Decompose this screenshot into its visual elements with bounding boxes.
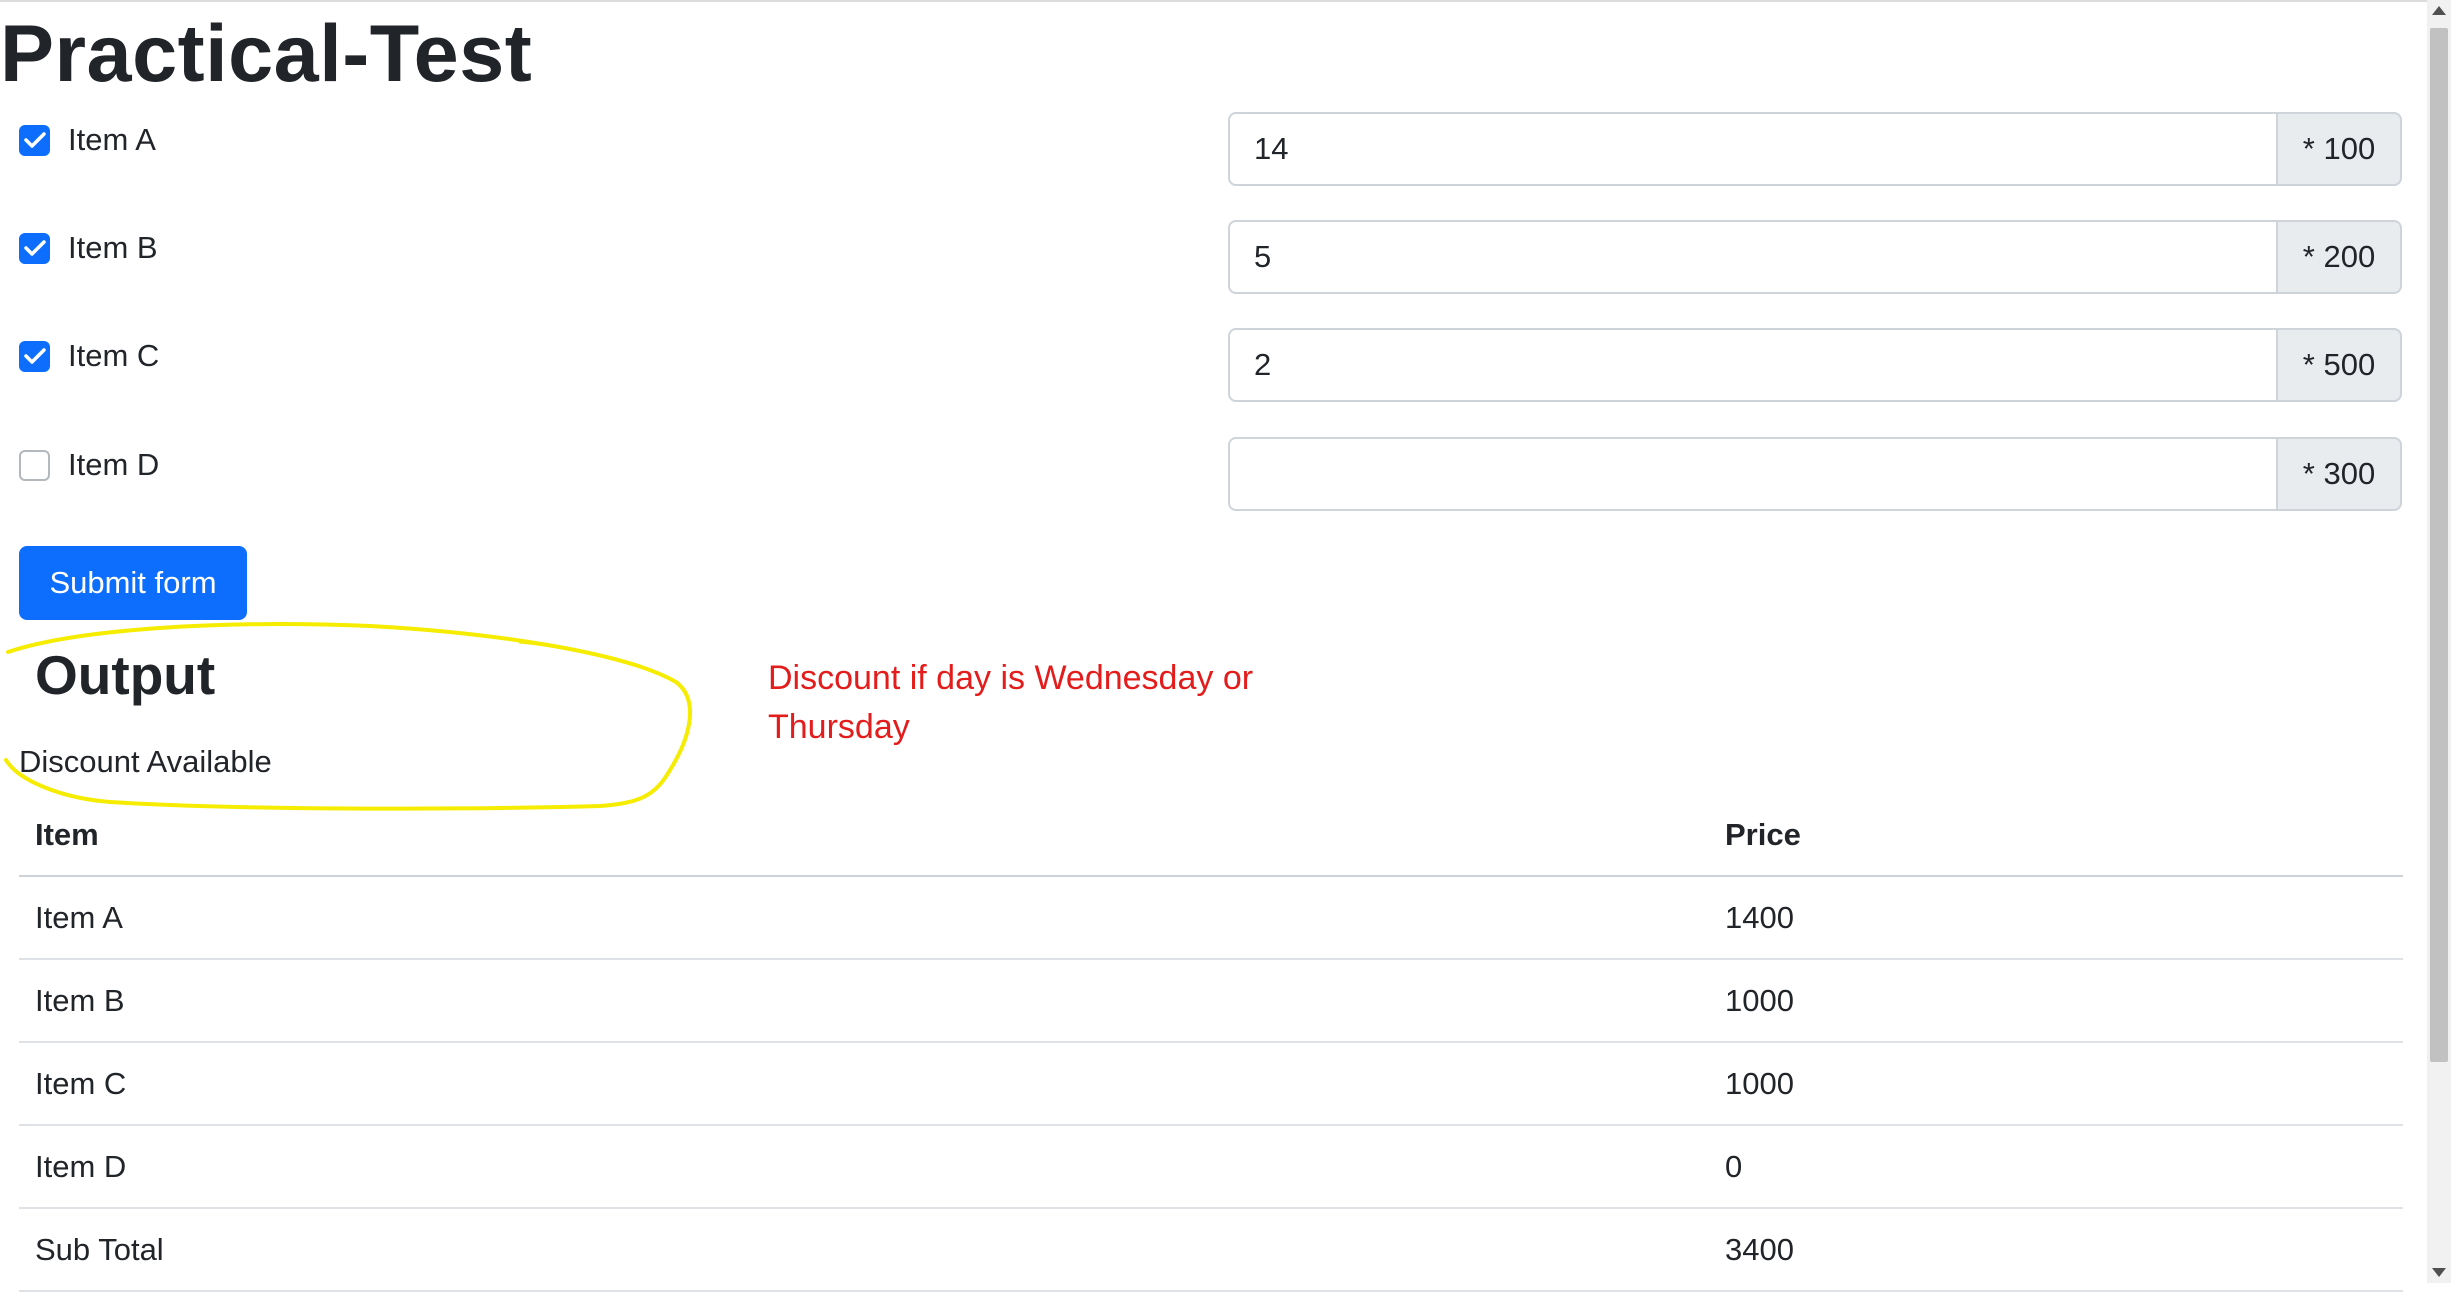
check-icon <box>23 348 46 364</box>
item-row-a: Item A * 100 <box>0 112 2427 188</box>
top-border <box>0 0 2427 2</box>
table-cell-item: Item C <box>19 1042 1709 1126</box>
chevron-down-icon[interactable] <box>2432 1268 2446 1277</box>
item-d-quantity-input[interactable] <box>1228 437 2278 511</box>
item-a-checkbox[interactable] <box>19 124 50 156</box>
item-d-label: Item D <box>68 447 160 482</box>
item-b-checkbox[interactable] <box>19 232 50 264</box>
item-c-input-group: * 500 <box>1228 328 2402 402</box>
scrollbar-thumb[interactable] <box>2430 28 2448 1062</box>
item-b-input-group: * 200 <box>1228 220 2402 294</box>
check-icon <box>23 240 46 256</box>
table-cell-price: 1000 <box>1709 959 2403 1043</box>
table-cell-item: Item B <box>19 959 1709 1043</box>
item-b-label: Item B <box>68 230 158 265</box>
page-title: Practical-Test <box>0 9 533 99</box>
item-row-c: Item C * 500 <box>0 328 2427 404</box>
item-a-quantity-input[interactable] <box>1228 112 2278 186</box>
item-b-quantity-input[interactable] <box>1228 220 2278 294</box>
item-d-multiplier: * 300 <box>2278 437 2402 511</box>
chevron-up-icon[interactable] <box>2432 6 2446 15</box>
output-heading: Output <box>35 644 216 706</box>
item-c-label: Item C <box>68 338 160 373</box>
table-row: Item D 0 <box>19 1125 2403 1209</box>
discount-status: Discount Available <box>19 744 272 779</box>
item-d-input-group: * 300 <box>1228 437 2402 511</box>
item-c-quantity-input[interactable] <box>1228 328 2278 402</box>
item-b-multiplier: * 200 <box>2278 220 2402 294</box>
output-table: Item Price Item A 1400 Item B 1000 Item … <box>19 794 2403 1292</box>
vertical-scrollbar[interactable] <box>2427 0 2451 1283</box>
check-icon <box>23 132 46 148</box>
item-row-d: Item D * 300 <box>0 437 2427 513</box>
item-a-multiplier: * 100 <box>2278 112 2402 186</box>
item-d-checkbox[interactable] <box>19 449 50 481</box>
table-cell-price: 0 <box>1709 1125 2403 1209</box>
column-header-price: Price <box>1709 794 2403 877</box>
item-c-checkbox-group[interactable]: Item C <box>19 338 159 374</box>
item-d-checkbox-group[interactable]: Item D <box>19 447 159 483</box>
table-row: Item B 1000 <box>19 959 2403 1043</box>
table-row: Item C 1000 <box>19 1042 2403 1126</box>
item-a-label: Item A <box>68 122 156 157</box>
table-cell-price: 1400 <box>1709 876 2403 960</box>
table-cell-item: Item A <box>19 876 1709 960</box>
annotation-note: Discount if day is Wednesday or Thursday <box>768 659 1254 746</box>
item-row-b: Item B * 200 <box>0 220 2427 296</box>
table-cell-item: Item D <box>19 1125 1709 1209</box>
item-c-multiplier: * 500 <box>2278 328 2402 402</box>
column-header-item: Item <box>19 794 1709 877</box>
table-row-subtotal: Sub Total 3400 <box>19 1208 2403 1292</box>
item-a-input-group: * 100 <box>1228 112 2402 186</box>
item-a-checkbox-group[interactable]: Item A <box>19 122 156 158</box>
table-header-row: Item Price <box>19 794 2403 877</box>
table-cell-price: 1000 <box>1709 1042 2403 1126</box>
item-c-checkbox[interactable] <box>19 340 50 372</box>
table-row: Item A 1400 <box>19 876 2403 960</box>
item-b-checkbox-group[interactable]: Item B <box>19 230 158 266</box>
table-cell-item: Sub Total <box>19 1208 1709 1292</box>
table-cell-price: 3400 <box>1709 1208 2403 1292</box>
submit-form-button[interactable]: Submit form <box>19 546 247 620</box>
